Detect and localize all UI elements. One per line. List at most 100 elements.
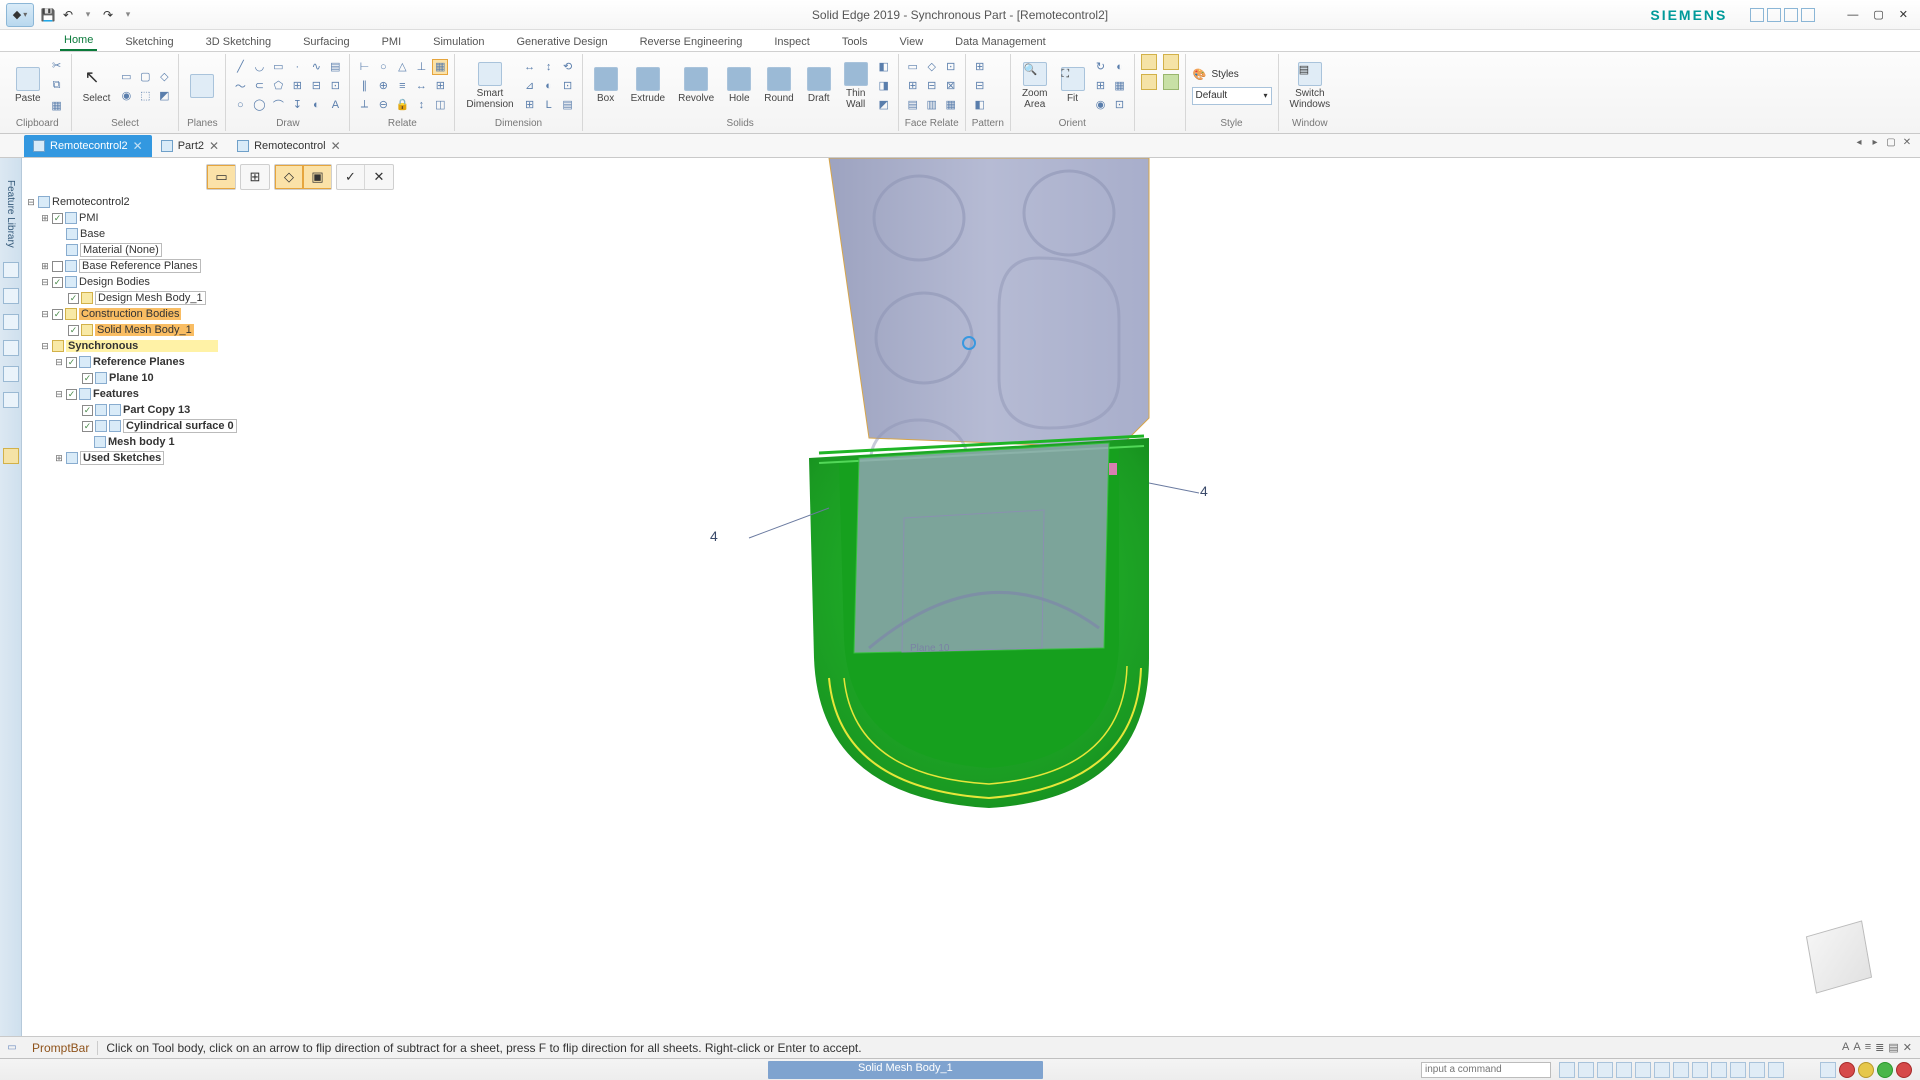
layout-icon-3[interactable] xyxy=(1784,8,1798,22)
tab-3d-sketching[interactable]: 3D Sketching xyxy=(202,33,275,51)
copy-icon[interactable]: ⧉ xyxy=(49,78,65,94)
status-icon[interactable] xyxy=(1654,1062,1670,1078)
feature-library-tab[interactable]: Feature Library xyxy=(5,180,16,248)
tree-node[interactable]: Base Reference Planes xyxy=(79,259,201,273)
expand-icon[interactable]: ⊞ xyxy=(54,453,64,464)
status-icon[interactable] xyxy=(1578,1062,1594,1078)
status-icon[interactable] xyxy=(1673,1062,1689,1078)
dimension-annotation-right[interactable]: 4 xyxy=(1200,483,1208,499)
expand-icon[interactable]: ⊟ xyxy=(26,197,36,208)
layout-icon-4[interactable] xyxy=(1801,8,1815,22)
status-icon[interactable] xyxy=(1559,1062,1575,1078)
fr-icon[interactable]: ▦ xyxy=(943,97,959,113)
tab-surfacing[interactable]: Surfacing xyxy=(299,33,353,51)
rail-icon[interactable] xyxy=(3,366,19,382)
rail-key-icon[interactable] xyxy=(3,448,19,464)
relate-lock-icon[interactable]: 🔒 xyxy=(394,97,410,113)
clipboard-small-icon[interactable]: ▦ xyxy=(49,98,65,114)
status-icon[interactable] xyxy=(1749,1062,1765,1078)
tab-prev-button[interactable]: ◂ xyxy=(1852,137,1866,148)
orient-icon[interactable]: ↻ xyxy=(1093,59,1109,75)
tree-node[interactable]: PMI xyxy=(79,212,99,224)
tab-simulation[interactable]: Simulation xyxy=(429,33,488,51)
fr-icon[interactable]: ▥ xyxy=(924,97,940,113)
rail-icon[interactable] xyxy=(3,288,19,304)
tree-node-sync[interactable]: Synchronous xyxy=(66,340,218,352)
toolbar-icon[interactable]: ▣ xyxy=(303,165,331,189)
orient-icon[interactable]: ⊡ xyxy=(1112,97,1128,113)
select-opt-icon[interactable]: ▢ xyxy=(137,68,153,84)
relate-icon-active[interactable]: ▦ xyxy=(432,59,448,75)
relate-icon[interactable]: ⊢ xyxy=(356,59,372,75)
tab-reverse-engineering[interactable]: Reverse Engineering xyxy=(636,33,747,51)
solid-small-icon[interactable]: ◩ xyxy=(876,97,892,113)
checkbox[interactable]: ✓ xyxy=(82,405,93,416)
checkbox[interactable]: ✓ xyxy=(82,421,93,432)
expand-icon[interactable]: ⊞ xyxy=(40,261,50,272)
draft-button[interactable]: Draft xyxy=(802,55,836,117)
status-icon[interactable] xyxy=(1711,1062,1727,1078)
zoom-area-button[interactable]: 🔍Zoom Area xyxy=(1017,55,1053,117)
curve-icon[interactable]: ∿ xyxy=(308,59,324,75)
doc-tab-remotecontrol[interactable]: Remotecontrol✕ xyxy=(228,135,350,157)
checkbox[interactable]: ✓ xyxy=(52,213,63,224)
tree-node[interactable]: Features xyxy=(93,388,139,400)
status-icon[interactable] xyxy=(1692,1062,1708,1078)
layout-icon-2[interactable] xyxy=(1767,8,1781,22)
checkbox[interactable]: ✓ xyxy=(66,389,77,400)
orient-icon[interactable]: ⊞ xyxy=(1093,78,1109,94)
tree-node[interactable]: Reference Planes xyxy=(93,356,185,368)
relate-icon[interactable]: ⊕ xyxy=(375,78,391,94)
minimize-button[interactable]: — xyxy=(1841,7,1864,23)
redo-icon[interactable]: ↷ xyxy=(100,7,116,23)
select-opt-icon[interactable]: ⬚ xyxy=(137,87,153,103)
layout-icon-1[interactable] xyxy=(1750,8,1764,22)
text-format-icon[interactable]: ≣ xyxy=(1875,1041,1884,1054)
close-icon[interactable]: ✕ xyxy=(133,139,143,153)
text-format-icon[interactable]: ≡ xyxy=(1865,1041,1871,1054)
pathfinder-tree[interactable]: ⊟Remotecontrol2 ⊞✓PMI Base Material (Non… xyxy=(26,194,336,466)
close-icon[interactable]: ✕ xyxy=(331,139,341,153)
text-icon[interactable]: A xyxy=(327,97,343,113)
circle-icon[interactable]: ○ xyxy=(232,97,248,113)
save-icon[interactable]: 💾 xyxy=(40,7,56,23)
text-format-icon[interactable]: A xyxy=(1842,1041,1849,1054)
tree-node[interactable]: Design Bodies xyxy=(79,276,150,288)
status-icon[interactable] xyxy=(1730,1062,1746,1078)
status-icon[interactable] xyxy=(1616,1062,1632,1078)
paste-button[interactable]: Paste xyxy=(10,55,46,117)
switch-windows-button[interactable]: ▤Switch Windows xyxy=(1285,55,1336,117)
select-opt-icon[interactable]: ◉ xyxy=(118,87,134,103)
rail-icon[interactable] xyxy=(3,340,19,356)
fr-icon[interactable]: ⊟ xyxy=(924,78,940,94)
dim-icon[interactable]: ⊿ xyxy=(522,78,538,94)
orient-icon[interactable]: ▦ xyxy=(1112,78,1128,94)
slot-icon[interactable]: ⊂ xyxy=(251,78,267,94)
status-icon[interactable] xyxy=(1635,1062,1651,1078)
warning-icon[interactable] xyxy=(1858,1062,1874,1078)
select-opt-icon[interactable]: ◇ xyxy=(156,68,172,84)
project-icon[interactable]: ↧ xyxy=(289,97,305,113)
rail-icon[interactable] xyxy=(3,262,19,278)
expand-icon[interactable]: ⊟ xyxy=(40,341,50,352)
rail-icon[interactable] xyxy=(3,392,19,408)
solid-small-icon[interactable]: ◨ xyxy=(876,78,892,94)
checkbox[interactable]: ✓ xyxy=(82,373,93,384)
checkbox[interactable]: ✓ xyxy=(66,357,77,368)
tree-node[interactable]: Design Mesh Body_1 xyxy=(95,291,206,305)
tree-node[interactable]: Part Copy 13 xyxy=(123,404,190,416)
3d-viewport[interactable]: 4 4 Plane 10 xyxy=(340,158,1898,1046)
fit-button[interactable]: ⛶Fit xyxy=(1056,55,1090,117)
dim-icon[interactable]: ▤ xyxy=(560,97,576,113)
tree-node[interactable]: Material (None) xyxy=(80,243,162,257)
undo-icon[interactable]: ↶ xyxy=(60,7,76,23)
close-button[interactable]: ✕ xyxy=(1893,6,1914,23)
rect-icon[interactable]: ▭ xyxy=(270,59,286,75)
tree-node[interactable]: Mesh body 1 xyxy=(108,436,175,448)
tree-node[interactable]: Cylindrical surface 0 xyxy=(123,419,237,433)
tree-node[interactable]: Base xyxy=(80,228,105,240)
style-dropdown[interactable]: Default▾ xyxy=(1192,87,1272,105)
grid-icon[interactable]: ⊡ xyxy=(327,78,343,94)
select-button[interactable]: ↖Select xyxy=(78,55,116,117)
dim-icon[interactable]: ↕ xyxy=(541,59,557,75)
